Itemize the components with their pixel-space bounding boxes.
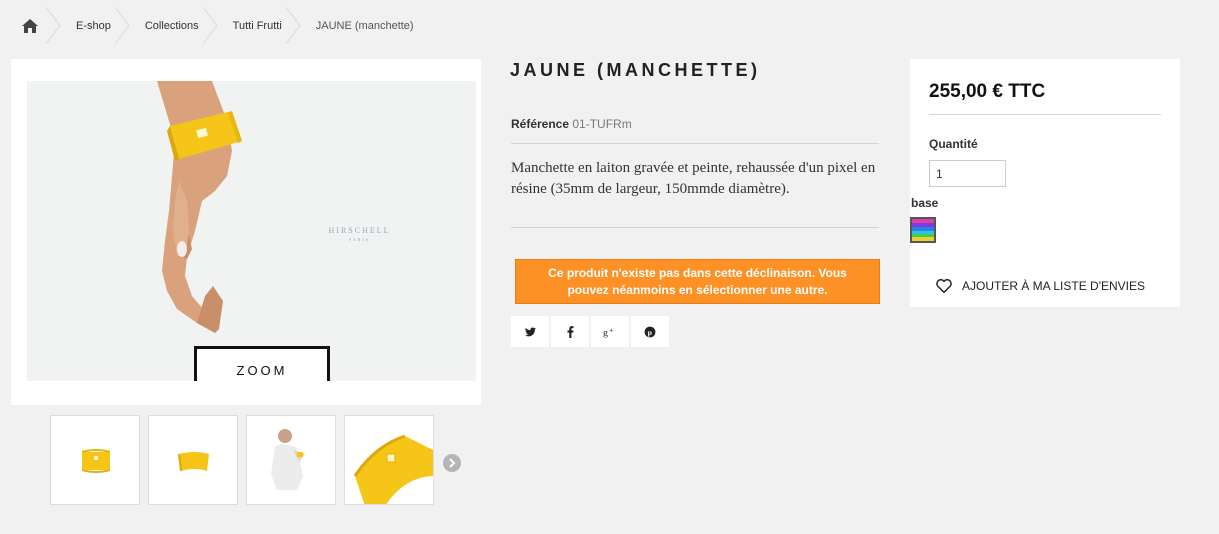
share-facebook-button[interactable] [551,316,589,347]
svg-text:p: p [648,328,653,337]
breadcrumb-item-current: JAUNE (manchette) [315,20,414,32]
arm-bracelet-photo [157,81,242,333]
product-price: 255,00 € TTC [929,81,1046,102]
reference-value: 01-TUFRm [572,117,632,131]
pinterest-icon: p [644,326,656,337]
cuff-front-thumbnail-image [81,449,111,473]
home-icon [22,19,38,33]
cuff-side-thumbnail-image [178,452,209,472]
main-image-box: HIRSCHELL PARIS ZOOM [11,59,481,405]
reference-line: Référence 01-TUFRm [511,117,632,131]
cuff-closeup-thumbnail-image [353,434,433,504]
model-thumbnail-image [271,429,305,490]
breadcrumb-home[interactable] [10,10,62,42]
rainbow-swatch-icon [912,219,934,241]
thumbnail-2[interactable] [148,415,238,505]
share-google-plus-button[interactable]: g + [591,316,629,347]
quantity-label: Quantité [929,137,978,151]
add-to-wishlist-button[interactable]: AJOUTER À MA LISTE D'ENVIES [936,279,1145,293]
breadcrumb-item-eshop[interactable]: E-shop [62,10,131,42]
breadcrumb: E-shop Collections Tutti Frutti JAUNE (m… [10,10,434,42]
product-description: Manchette en laiton gravée et peinte, re… [511,160,876,197]
brand-logo: HIRSCHELL PARIS [322,226,397,242]
product-main-image[interactable]: HIRSCHELL PARIS ZOOM [27,81,476,381]
chevron-right-icon[interactable] [443,454,461,472]
brand-logo-sub: PARIS [349,237,370,242]
divider [511,143,879,144]
share-twitter-button[interactable] [511,316,549,347]
twitter-icon [524,326,536,336]
google-plus-icon: g + [603,327,613,338]
share-pinterest-button[interactable]: p [631,316,669,347]
divider [511,227,879,228]
thumbnail-4[interactable] [344,415,434,505]
wishlist-label: AJOUTER À MA LISTE D'ENVIES [962,279,1145,293]
social-share-bar: g + p [511,316,669,347]
thumbnail-3[interactable] [246,415,336,505]
brand-logo-text: HIRSCHELL [328,226,391,235]
svg-text:g: g [603,327,608,338]
product-title: JAUNE (MANCHETTE) [510,60,761,80]
thumbnail-strip [50,415,434,505]
breadcrumb-item-collections[interactable]: Collections [131,10,219,42]
svg-text:+: + [609,327,613,334]
thumbnail-1[interactable] [50,415,140,505]
buy-box: 255,00 € TTC Quantité base AJOUTER À MA … [910,59,1180,307]
breadcrumb-item-tutti-frutti[interactable]: Tutti Frutti [219,10,302,42]
zoom-button[interactable]: ZOOM [194,346,330,381]
facebook-icon [567,325,573,338]
divider [929,114,1161,115]
availability-warning: Ce produit n'existe pas dans cette décli… [515,259,880,304]
heart-icon [936,279,952,293]
quantity-input[interactable] [929,160,1006,187]
base-label: base [911,196,939,210]
color-swatch-base[interactable] [910,217,936,243]
reference-label: Référence [511,117,570,131]
